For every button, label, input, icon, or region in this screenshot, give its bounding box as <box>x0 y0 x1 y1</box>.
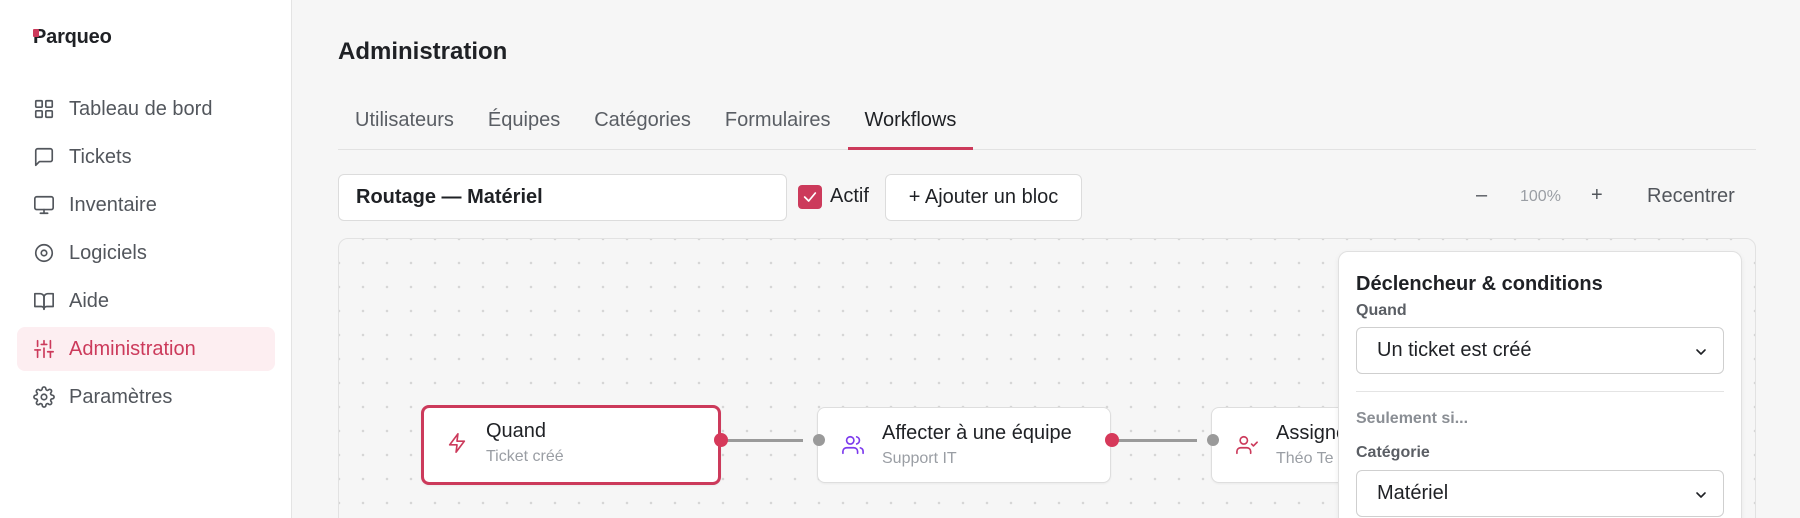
panel-title: Déclencheur & conditions <box>1356 273 1603 295</box>
sidebar-nav: Tableau de bord Tickets Inventaire Logic… <box>17 87 275 423</box>
disc-icon <box>34 243 54 263</box>
zoom-in-button[interactable]: + <box>1591 184 1603 207</box>
sidebar-item-software[interactable]: Logiciels <box>17 231 275 275</box>
node-subtitle: Support IT <box>882 450 957 467</box>
sidebar-item-administration[interactable]: Administration <box>17 327 275 371</box>
sidebar: Parqueo Tableau de bord Tickets Inventai… <box>0 0 292 518</box>
when-label: Quand <box>1356 302 1407 319</box>
sliders-icon <box>34 339 54 359</box>
sidebar-item-help[interactable]: Aide <box>17 279 275 323</box>
tab-workflows[interactable]: Workflows <box>847 97 974 150</box>
node-title: Affecter à une équipe <box>882 422 1072 444</box>
edge-trigger-to-team <box>721 439 803 442</box>
zoom-level: 100% <box>1520 188 1561 205</box>
sidebar-item-label: Paramètres <box>69 385 173 408</box>
tab-forms[interactable]: Formulaires <box>708 97 848 150</box>
workflow-node-trigger[interactable]: Quand Ticket créé <box>421 405 721 485</box>
node-input-port[interactable] <box>813 434 825 446</box>
sidebar-item-inventory[interactable]: Inventaire <box>17 183 275 227</box>
tab-bar: Utilisateurs Équipes Catégories Formulai… <box>338 97 1756 150</box>
sidebar-item-label: Aide <box>69 289 110 312</box>
users-icon <box>842 435 864 455</box>
user-check-icon <box>1236 435 1258 455</box>
chevron-down-icon <box>1696 492 1706 498</box>
node-input-port[interactable] <box>1207 434 1219 446</box>
edge-team-to-assign <box>1115 439 1197 442</box>
tab-teams[interactable]: Équipes <box>471 97 577 150</box>
when-select-value: Un ticket est créé <box>1377 339 1532 361</box>
category-label: Catégorie <box>1356 444 1430 461</box>
recenter-button[interactable]: Recentrer <box>1647 185 1735 208</box>
active-label: Actif <box>830 185 869 207</box>
sidebar-item-tickets[interactable]: Tickets <box>17 135 275 179</box>
trigger-conditions-panel: Déclencheur & conditions Quand Un ticket… <box>1338 251 1742 518</box>
grid-icon <box>34 99 54 119</box>
when-select[interactable]: Un ticket est créé <box>1356 327 1724 374</box>
workflow-node-assign-team[interactable]: Affecter à une équipe Support IT <box>817 407 1111 483</box>
panel-divider <box>1356 391 1724 392</box>
node-subtitle: Ticket créé <box>486 448 564 465</box>
sidebar-item-settings[interactable]: Paramètres <box>17 375 275 419</box>
message-square-icon <box>34 147 54 167</box>
chevron-down-icon <box>1696 349 1706 355</box>
sidebar-item-label: Inventaire <box>69 193 157 216</box>
tab-categories[interactable]: Catégories <box>577 97 708 150</box>
sidebar-item-label: Tickets <box>69 145 132 168</box>
monitor-icon <box>34 195 54 215</box>
category-select-value: Matériel <box>1377 482 1449 504</box>
sidebar-item-label: Tableau de bord <box>69 97 213 120</box>
zap-icon <box>448 433 466 453</box>
sidebar-item-label: Logiciels <box>69 241 147 264</box>
book-open-icon <box>34 292 54 311</box>
settings-gear-icon <box>33 386 55 408</box>
node-title: Quand <box>486 420 547 442</box>
logo-text: Parqueo <box>33 26 112 48</box>
only-if-label: Seulement si... <box>1356 410 1469 427</box>
add-block-button[interactable]: + Ajouter un bloc <box>885 174 1082 221</box>
node-output-port[interactable] <box>714 433 728 447</box>
zoom-out-button[interactable]: – <box>1476 184 1487 207</box>
category-select[interactable]: Matériel <box>1356 470 1724 517</box>
tab-users[interactable]: Utilisateurs <box>338 97 471 150</box>
workflow-name-input[interactable] <box>338 174 787 221</box>
sidebar-item-dashboard[interactable]: Tableau de bord <box>17 87 275 131</box>
app-logo[interactable]: Parqueo <box>33 26 112 49</box>
active-checkbox[interactable] <box>798 185 822 209</box>
node-output-port[interactable] <box>1105 433 1119 447</box>
sidebar-item-label: Administration <box>69 337 196 360</box>
page-title: Administration <box>338 38 508 65</box>
check-icon <box>803 192 817 202</box>
node-subtitle: Théo Te <box>1276 450 1334 467</box>
